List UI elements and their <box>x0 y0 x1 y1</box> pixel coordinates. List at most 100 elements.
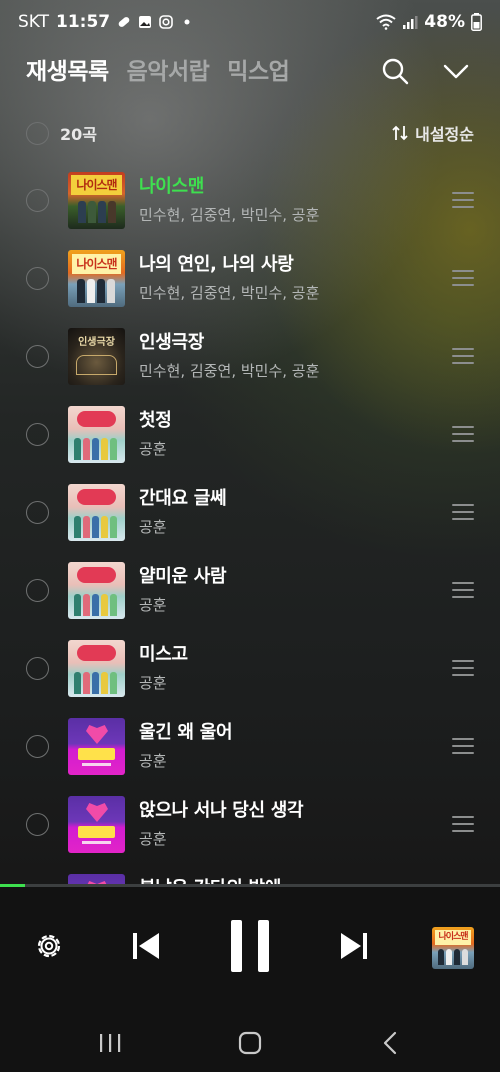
track-checkbox[interactable] <box>26 423 49 446</box>
track-title: 봄날은 간다의 밤에 <box>139 874 281 884</box>
track-row[interactable]: 얄미운 사람 공훈 <box>0 558 500 636</box>
album-art <box>68 718 125 775</box>
tab-music-drawer[interactable]: 음악서랍 <box>127 52 210 86</box>
album-art-figure <box>74 594 81 616</box>
track-row[interactable]: 나이스맨 나의 연인, 나의 사랑 민수현, 김중연, 박민수, 공훈 <box>0 246 500 324</box>
settings-gear-icon[interactable] <box>33 930 65 962</box>
tab-mixup[interactable]: 믹스업 <box>227 52 289 86</box>
drag-handle-icon[interactable] <box>452 738 474 754</box>
album-art-figure <box>110 438 117 460</box>
album-art-figure <box>98 201 106 223</box>
album-art <box>68 640 125 697</box>
album-art-title: 나이스맨 <box>435 930 471 945</box>
album-art-heart <box>86 803 108 822</box>
track-row[interactable]: 첫정 공훈 <box>0 402 500 480</box>
notification-dot-icon <box>184 19 190 25</box>
album-art-figure <box>97 279 105 303</box>
sort-label: 내설정순 <box>415 125 474 144</box>
album-art-figure <box>78 201 86 223</box>
select-all-checkbox[interactable] <box>26 121 49 145</box>
home-icon[interactable] <box>236 1030 264 1056</box>
album-art-figure <box>110 516 117 538</box>
track-title: 울긴 왜 울어 <box>139 722 233 743</box>
pill-icon <box>118 17 130 27</box>
album-art-figure <box>92 672 99 694</box>
album-art-subline <box>82 841 111 844</box>
previous-track-icon[interactable] <box>130 930 162 962</box>
track-checkbox[interactable] <box>26 579 49 602</box>
album-art: 인생극장 <box>68 328 125 385</box>
signal-icon <box>403 16 418 29</box>
album-art-figure <box>74 438 81 460</box>
drag-handle-icon[interactable] <box>452 816 474 832</box>
drag-handle-icon[interactable] <box>452 348 474 364</box>
track-checkbox[interactable] <box>26 267 49 290</box>
drag-handle-icon[interactable] <box>452 270 474 286</box>
mini-player: 나이스맨 <box>0 887 500 1012</box>
album-art-title: 나이스맨 <box>72 254 121 274</box>
track-row[interactable]: 인생극장 인생극장 민수현, 김중연, 박민수, 공훈 <box>0 324 500 402</box>
track-row[interactable]: 나이스맨 나이스맨 민수현, 김중연, 박민수, 공훈 <box>0 168 500 246</box>
album-art <box>68 562 125 619</box>
gallery-icon <box>139 16 152 28</box>
album-art-title: 나이스맨 <box>71 175 122 195</box>
back-icon[interactable] <box>377 1030 405 1056</box>
album-art-banner <box>77 489 116 505</box>
track-artist: 민수현, 김중연, 박민수, 공훈 <box>139 284 320 302</box>
album-art: 나이스맨 <box>68 250 125 307</box>
album-art-figure <box>83 438 90 460</box>
album-art-figure <box>88 201 96 223</box>
track-title: 얄미운 사람 <box>139 566 227 587</box>
track-checkbox[interactable] <box>26 813 49 836</box>
battery-icon <box>471 13 482 31</box>
instagram-icon <box>159 15 173 29</box>
chevron-down-icon[interactable] <box>441 56 471 86</box>
pause-icon[interactable] <box>229 918 271 974</box>
track-checkbox[interactable] <box>26 345 49 368</box>
header-tabs: 재생목록 음악서랍 믹스업 <box>26 52 290 86</box>
sort-icon <box>392 125 408 141</box>
drag-handle-icon[interactable] <box>452 582 474 598</box>
album-art-figure <box>92 516 99 538</box>
track-artist: 공훈 <box>139 752 167 770</box>
playlist-screen: SKT 11:57 48% 재생목록 음악서랍 믹스업 20곡 내설정순 나이스… <box>0 0 500 1072</box>
sort-button[interactable]: 내설정순 <box>391 121 474 145</box>
track-artist: 공훈 <box>139 830 167 848</box>
drag-handle-icon[interactable] <box>452 504 474 520</box>
clock: 11:57 <box>56 12 111 32</box>
album-art-figure <box>101 672 108 694</box>
album-art-banner <box>77 645 116 661</box>
track-row[interactable]: 미스고 공훈 <box>0 636 500 714</box>
track-title: 인생극장 <box>139 332 205 353</box>
track-checkbox[interactable] <box>26 189 49 212</box>
album-art-heart <box>86 725 108 744</box>
album-art-banner <box>77 411 116 427</box>
track-checkbox[interactable] <box>26 735 49 758</box>
drag-handle-icon[interactable] <box>452 426 474 442</box>
drag-handle-icon[interactable] <box>452 192 474 208</box>
album-art-figure <box>87 279 95 303</box>
drag-handle-icon[interactable] <box>452 660 474 676</box>
tab-playlist[interactable]: 재생목록 <box>26 52 109 86</box>
album-art-banner <box>77 567 116 583</box>
album-art-figure <box>92 438 99 460</box>
battery-percent: 48% <box>424 12 465 32</box>
next-track-icon[interactable] <box>338 930 370 962</box>
track-row[interactable]: 울긴 왜 울어 공훈 <box>0 714 500 792</box>
now-playing-album-art[interactable]: 나이스맨 <box>432 927 474 969</box>
album-art: 나이스맨 <box>68 172 125 229</box>
track-artist: 공훈 <box>139 674 167 692</box>
track-count: 20곡 <box>60 125 97 144</box>
track-artist: 공훈 <box>139 596 167 614</box>
track-checkbox[interactable] <box>26 657 49 680</box>
album-art-figure <box>110 672 117 694</box>
recent-apps-icon[interactable] <box>96 1030 124 1056</box>
track-row[interactable]: 간대요 글쎄 공훈 <box>0 480 500 558</box>
track-artist: 공훈 <box>139 440 167 458</box>
track-checkbox[interactable] <box>26 501 49 524</box>
carrier-label: SKT <box>18 12 50 32</box>
album-art-title: 인생극장 <box>78 337 115 348</box>
search-icon[interactable] <box>380 56 410 86</box>
track-row[interactable]: 봄날은 간다의 밤에 공훈 <box>0 870 500 884</box>
track-row[interactable]: 앉으나 서나 당신 생각 공훈 <box>0 792 500 870</box>
